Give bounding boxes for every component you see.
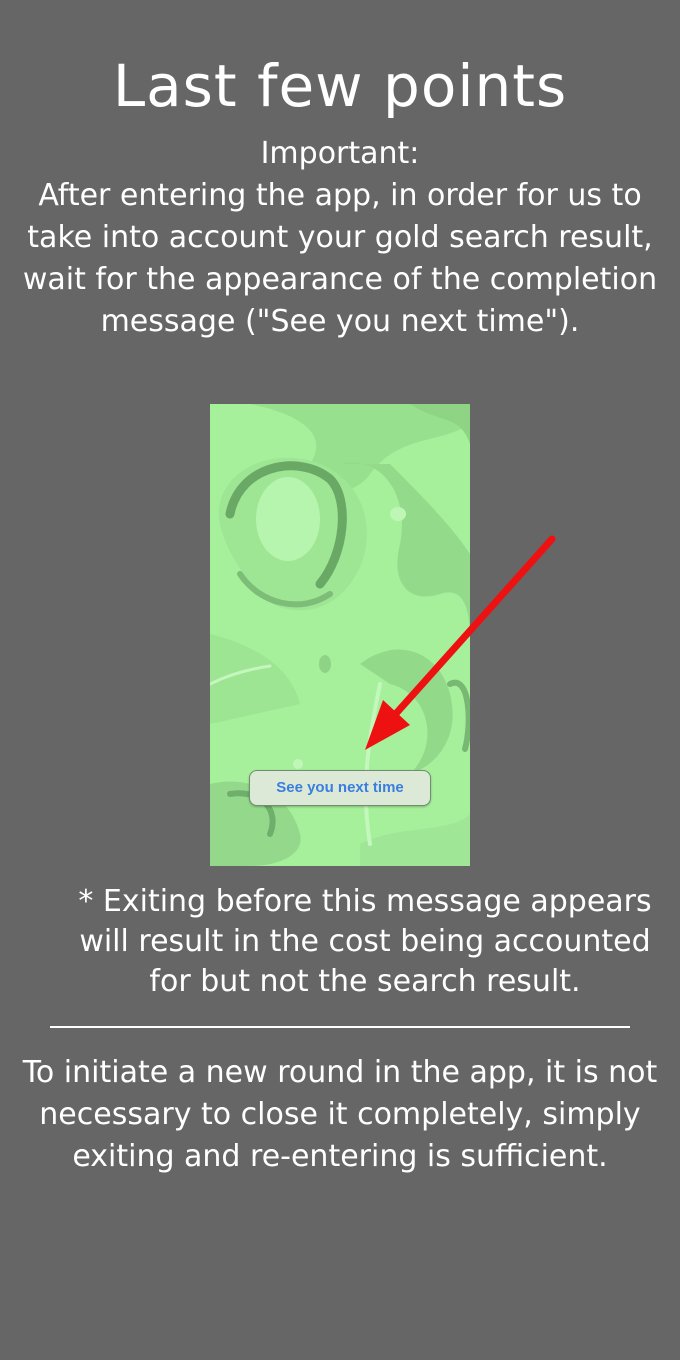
app-screenshot-preview: See you next time (210, 404, 470, 866)
new-round-instructions: To initiate a new round in the app, it i… (22, 1055, 658, 1174)
important-notice: Important: After entering the app, in or… (20, 133, 660, 343)
important-label: Important: (260, 136, 420, 171)
exit-warning-footnote: * Exiting before this message appears wi… (78, 884, 652, 999)
see-you-next-time-button: See you next time (249, 770, 431, 806)
important-text: After entering the app, in order for us … (22, 178, 658, 339)
page-title: Last few points (112, 52, 568, 120)
divider (50, 1026, 630, 1028)
